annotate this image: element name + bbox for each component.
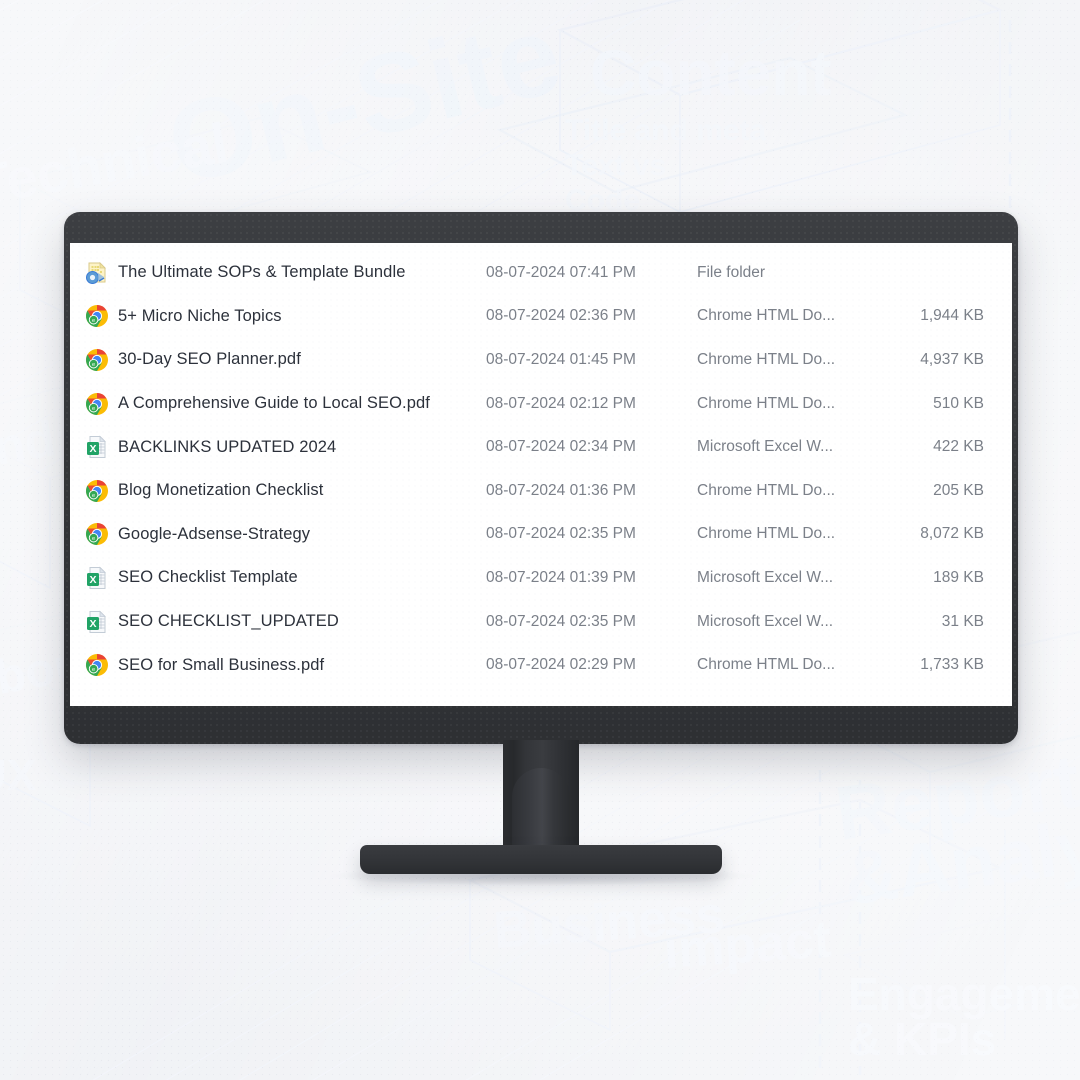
file-explorer-list[interactable]: The Ultimate SOPs & Template Bundle 08-0…	[70, 243, 1012, 687]
file-type: Chrome HTML Do...	[697, 656, 836, 674]
file-date-modified: 08-07-2024 02:35 PM	[486, 612, 636, 630]
table-row[interactable]: e 5+ Micro Niche Topics 08-07-2024 02:36…	[70, 295, 1012, 339]
file-type: Microsoft Excel W...	[697, 568, 834, 586]
file-date-modified: 08-07-2024 02:34 PM	[486, 438, 636, 456]
file-size: 510 KB	[933, 394, 984, 412]
file-date-modified: 08-07-2024 02:12 PM	[486, 394, 636, 412]
svg-text:X: X	[89, 443, 96, 455]
table-row[interactable]: X BACKLINKS UPDATED 2024 08-07-2024 02:3…	[70, 425, 1012, 469]
table-row[interactable]: e 30-Day SEO Planner.pdf 08-07-2024 01:4…	[70, 338, 1012, 382]
file-size: 422 KB	[933, 438, 984, 456]
excel-worksheet-icon: X	[84, 434, 118, 460]
file-date-modified: 08-07-2024 01:39 PM	[486, 568, 636, 586]
table-row[interactable]: X SEO Checklist Template 08-07-2024 01:3…	[70, 556, 1012, 600]
file-name[interactable]: 5+ Micro Niche Topics	[118, 307, 486, 326]
file-type: Microsoft Excel W...	[697, 612, 834, 630]
svg-text:e: e	[92, 362, 95, 368]
file-name[interactable]: A Comprehensive Guide to Local SEO.pdf	[118, 394, 486, 413]
file-name[interactable]: BACKLINKS UPDATED 2024	[118, 438, 486, 457]
file-size: 189 KB	[933, 568, 984, 586]
svg-text:e: e	[92, 536, 95, 542]
table-row[interactable]: X SEO CHECKLIST_UPDATED 08-07-2024 02:35…	[70, 600, 1012, 644]
table-row[interactable]: e Google-Adsense-Strategy 08-07-2024 02:…	[70, 513, 1012, 557]
file-size: 1,944 KB	[920, 307, 984, 325]
file-size: 205 KB	[933, 481, 984, 499]
chrome-html-icon: e	[84, 347, 118, 373]
chrome-html-icon: e	[84, 652, 118, 678]
custom-folder-icon	[84, 260, 118, 286]
excel-worksheet-icon: X	[84, 609, 118, 635]
file-size: 4,937 KB	[920, 350, 984, 368]
file-name[interactable]: The Ultimate SOPs & Template Bundle	[118, 263, 486, 282]
monitor-bezel: The Ultimate SOPs & Template Bundle 08-0…	[64, 212, 1018, 744]
file-type: File folder	[697, 263, 766, 281]
table-row[interactable]: The Ultimate SOPs & Template Bundle 08-0…	[70, 251, 1012, 295]
file-date-modified: 08-07-2024 02:35 PM	[486, 525, 636, 543]
file-date-modified: 08-07-2024 01:45 PM	[486, 350, 636, 368]
file-name[interactable]: 30-Day SEO Planner.pdf	[118, 350, 486, 369]
svg-text:e: e	[92, 667, 95, 673]
monitor-screen: The Ultimate SOPs & Template Bundle 08-0…	[70, 243, 1012, 706]
monitor-stand-base	[360, 845, 722, 874]
chrome-html-icon: e	[84, 521, 118, 547]
file-type: Chrome HTML Do...	[697, 350, 836, 368]
svg-text:X: X	[89, 574, 96, 586]
table-row[interactable]: e SEO for Small Business.pdf 08-07-2024 …	[70, 643, 1012, 687]
table-row[interactable]: e A Comprehensive Guide to Local SEO.pdf…	[70, 382, 1012, 426]
file-date-modified: 08-07-2024 02:36 PM	[486, 307, 636, 325]
file-name[interactable]: SEO for Small Business.pdf	[118, 656, 486, 675]
file-name[interactable]: SEO CHECKLIST_UPDATED	[118, 612, 486, 631]
file-date-modified: 08-07-2024 07:41 PM	[486, 263, 636, 281]
file-size: 8,072 KB	[920, 525, 984, 543]
file-type: Chrome HTML Do...	[697, 394, 836, 412]
svg-text:X: X	[89, 618, 96, 630]
file-type: Chrome HTML Do...	[697, 525, 836, 543]
file-date-modified: 08-07-2024 01:36 PM	[486, 481, 636, 499]
svg-text:e: e	[92, 493, 95, 499]
file-size: 1,733 KB	[920, 656, 984, 674]
file-type: Chrome HTML Do...	[697, 307, 836, 325]
svg-text:e: e	[92, 406, 95, 412]
excel-worksheet-icon: X	[84, 565, 118, 591]
table-row[interactable]: e Blog Monetization Checklist 08-07-2024…	[70, 469, 1012, 513]
file-name[interactable]: Google-Adsense-Strategy	[118, 525, 486, 544]
chrome-html-icon: e	[84, 391, 118, 417]
svg-text:e: e	[92, 318, 95, 324]
chrome-html-icon: e	[84, 478, 118, 504]
file-name[interactable]: Blog Monetization Checklist	[118, 481, 486, 500]
file-type: Microsoft Excel W...	[697, 438, 834, 456]
file-size: 31 KB	[941, 612, 984, 630]
chrome-html-icon: e	[84, 303, 118, 329]
file-date-modified: 08-07-2024 02:29 PM	[486, 656, 636, 674]
file-name[interactable]: SEO Checklist Template	[118, 568, 486, 587]
file-type: Chrome HTML Do...	[697, 481, 836, 499]
